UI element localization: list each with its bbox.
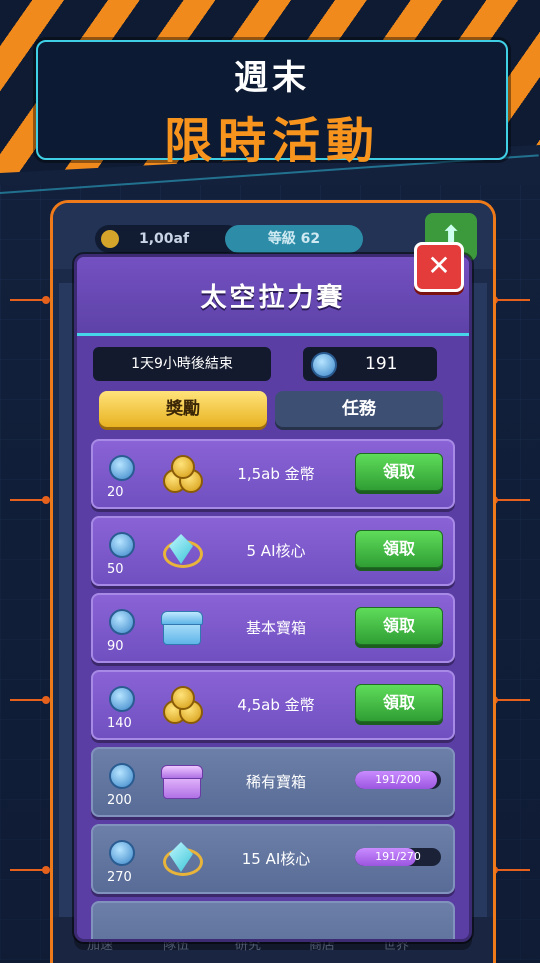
row-points: 50 [107, 562, 124, 577]
claim-button[interactable]: 領取 [355, 607, 443, 645]
reward-label: 稀有寶箱 [245, 773, 306, 791]
reward-label: 5 AI核心 [246, 542, 306, 560]
ai-core-gem-icon [159, 530, 203, 570]
reward-row: 140 4,5ab 金幣 領取 [91, 670, 455, 740]
side-marker [490, 496, 530, 504]
reward-row: 50 5 AI核心 領取 [91, 516, 455, 586]
side-marker [490, 866, 530, 874]
dialog-title: 太空拉力賽 [200, 283, 346, 313]
coins-icon [159, 453, 203, 493]
reward-row: 90 基本寶箱 領取 [91, 593, 455, 663]
token-icon [109, 763, 135, 789]
event-points: 191 [303, 347, 437, 381]
reward-label: 基本寶箱 [245, 619, 306, 637]
points-value: 191 [365, 354, 398, 374]
side-marker [10, 696, 50, 704]
reward-row: 20 1,5ab 金幣 領取 [91, 439, 455, 509]
token-icon [109, 609, 135, 635]
reward-row: 270 15 AI核心 191/270 [91, 824, 455, 894]
reward-label: 4,5ab 金幣 [237, 696, 315, 714]
reward-label: 15 AI核心 [241, 850, 311, 868]
token-icon [109, 532, 135, 558]
side-marker [10, 866, 50, 874]
dialog-header: 太空拉力賽 [77, 257, 469, 336]
side-marker [10, 496, 50, 504]
coins-icon [159, 684, 203, 724]
progress-text: 191/270 [375, 850, 421, 863]
reward-row: 200 稀有寶箱 191/200 [91, 747, 455, 817]
level-badge: 等級 62 [225, 225, 363, 253]
coin-icon [101, 230, 119, 248]
claim-button[interactable]: 領取 [355, 453, 443, 491]
tab-rewards[interactable]: 獎勵 [99, 391, 267, 427]
token-icon [109, 840, 135, 866]
promo-subtitle: 週末 [234, 58, 310, 98]
claim-button[interactable]: 領取 [355, 530, 443, 568]
event-dialog: 太空拉力賽 1天9小時後結束 191 獎勵 任務 20 1,5ab 金幣 領取 … [74, 254, 472, 942]
blue-chest-icon [159, 607, 203, 647]
purple-chest-icon [159, 761, 203, 801]
side-marker [490, 696, 530, 704]
promo-title: 限時活動 [163, 113, 380, 169]
row-points: 90 [107, 639, 124, 654]
reward-label: 1,5ab 金幣 [237, 465, 315, 483]
side-marker [10, 296, 50, 304]
reward-progress-bar: 191/200 [355, 771, 441, 789]
token-icon [109, 686, 135, 712]
close-button[interactable]: ✕ [414, 242, 464, 292]
progress-text: 191/200 [375, 773, 421, 786]
claim-button[interactable]: 領取 [355, 684, 443, 722]
row-points: 200 [107, 793, 132, 808]
reward-progress-bar: 191/270 [355, 848, 441, 866]
reward-row [91, 901, 455, 939]
row-points: 270 [107, 870, 132, 885]
event-timer: 1天9小時後結束 [93, 347, 271, 381]
side-marker [490, 296, 530, 304]
currency-display: 1,00af [95, 225, 241, 253]
row-points: 140 [107, 716, 132, 731]
token-icon [311, 352, 337, 378]
promo-title-panel: 週末 限時活動 [36, 40, 508, 169]
ai-core-gem-icon [159, 838, 203, 878]
tab-tasks[interactable]: 任務 [275, 391, 443, 427]
row-points: 20 [107, 485, 124, 500]
currency-value: 1,00af [139, 231, 190, 247]
token-icon [109, 455, 135, 481]
